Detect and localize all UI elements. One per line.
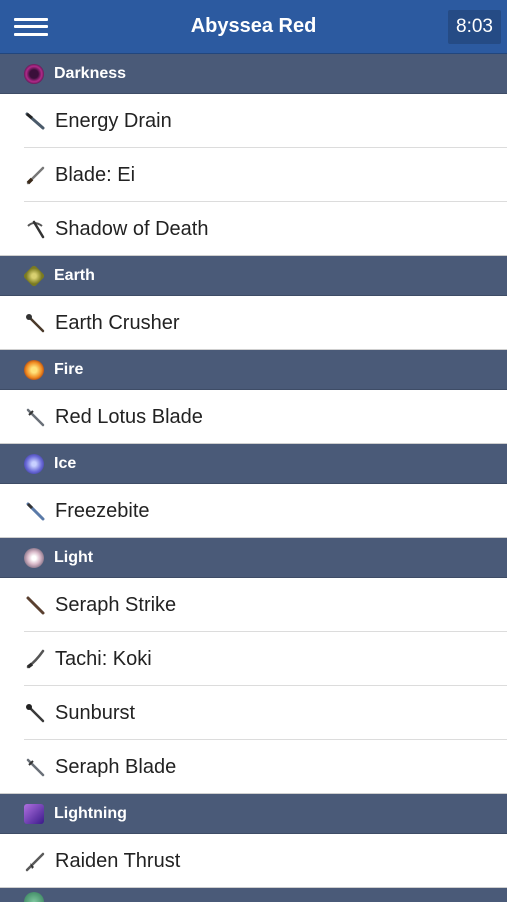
clock-time: 8:03 xyxy=(448,10,501,44)
item-label: Earth Crusher xyxy=(55,311,180,334)
darkness-orb-icon xyxy=(24,63,44,84)
hamburger-menu-icon[interactable] xyxy=(14,15,48,39)
wind-orb-icon xyxy=(24,892,44,902)
section-title: Lightning xyxy=(54,804,127,822)
section-title: Light xyxy=(54,548,94,566)
item-label: Energy Drain xyxy=(55,109,172,132)
staff-icon xyxy=(26,314,45,333)
section-header-ice: Ice xyxy=(0,444,507,484)
lightning-icon xyxy=(24,803,44,824)
item-label: Blade: Ei xyxy=(55,163,136,186)
item-label: Sunburst xyxy=(55,701,136,724)
list-item-seraph-blade[interactable]: Seraph Blade xyxy=(0,740,507,794)
item-label: Shadow of Death xyxy=(55,217,209,240)
greatsword-icon xyxy=(26,502,45,521)
list-item-seraph-strike[interactable]: Seraph Strike xyxy=(0,578,507,632)
section-header-darkness: Darkness xyxy=(0,54,507,94)
section-title: Earth xyxy=(54,266,95,284)
item-label: Raiden Thrust xyxy=(55,849,181,872)
fire-orb-icon xyxy=(24,359,44,380)
ice-orb-icon xyxy=(24,453,44,474)
list-item-earth-crusher[interactable]: Earth Crusher xyxy=(0,296,507,350)
item-label: Tachi: Koki xyxy=(55,647,152,670)
section-title: Fire xyxy=(54,360,84,378)
list-item-sunburst[interactable]: Sunburst xyxy=(0,686,507,740)
section-header-lightning: Lightning xyxy=(0,794,507,834)
item-label: Red Lotus Blade xyxy=(55,405,203,428)
list-item-red-lotus-blade[interactable]: Red Lotus Blade xyxy=(0,390,507,444)
item-label: Seraph Blade xyxy=(55,755,177,778)
sword-icon xyxy=(26,758,45,777)
sword-icon xyxy=(26,408,45,427)
list-item-raiden-thrust[interactable]: Raiden Thrust xyxy=(0,834,507,888)
weaponskill-list: Darkness Energy Drain Blade: Ei Shadow o… xyxy=(0,54,507,902)
section-header-earth: Earth xyxy=(0,256,507,296)
list-item-shadow-of-death[interactable]: Shadow of Death xyxy=(0,202,507,256)
staff-icon xyxy=(26,704,45,723)
light-orb-icon xyxy=(24,547,44,568)
list-item-blade-ei[interactable]: Blade: Ei xyxy=(0,148,507,202)
dagger-icon xyxy=(25,112,45,130)
club-icon xyxy=(26,596,45,615)
app-header: Abyssea Red 8:03 xyxy=(0,0,507,54)
section-header-fire: Fire xyxy=(0,350,507,390)
page-title: Abyssea Red xyxy=(190,15,317,37)
katana-icon xyxy=(26,166,45,185)
section-title: Darkness xyxy=(54,64,127,82)
item-label: Seraph Strike xyxy=(55,593,177,616)
item-label: Freezebite xyxy=(55,499,150,522)
section-title: Ice xyxy=(54,454,77,472)
earth-gem-icon xyxy=(22,264,46,287)
list-item-energy-drain[interactable]: Energy Drain xyxy=(0,94,507,148)
polearm-icon xyxy=(25,852,45,872)
section-header-light: Light xyxy=(0,538,507,578)
list-item-freezebite[interactable]: Freezebite xyxy=(0,484,507,538)
scythe-icon xyxy=(27,220,45,239)
list-item-tachi-koki[interactable]: Tachi: Koki xyxy=(0,632,507,686)
great-katana-icon xyxy=(26,649,45,669)
